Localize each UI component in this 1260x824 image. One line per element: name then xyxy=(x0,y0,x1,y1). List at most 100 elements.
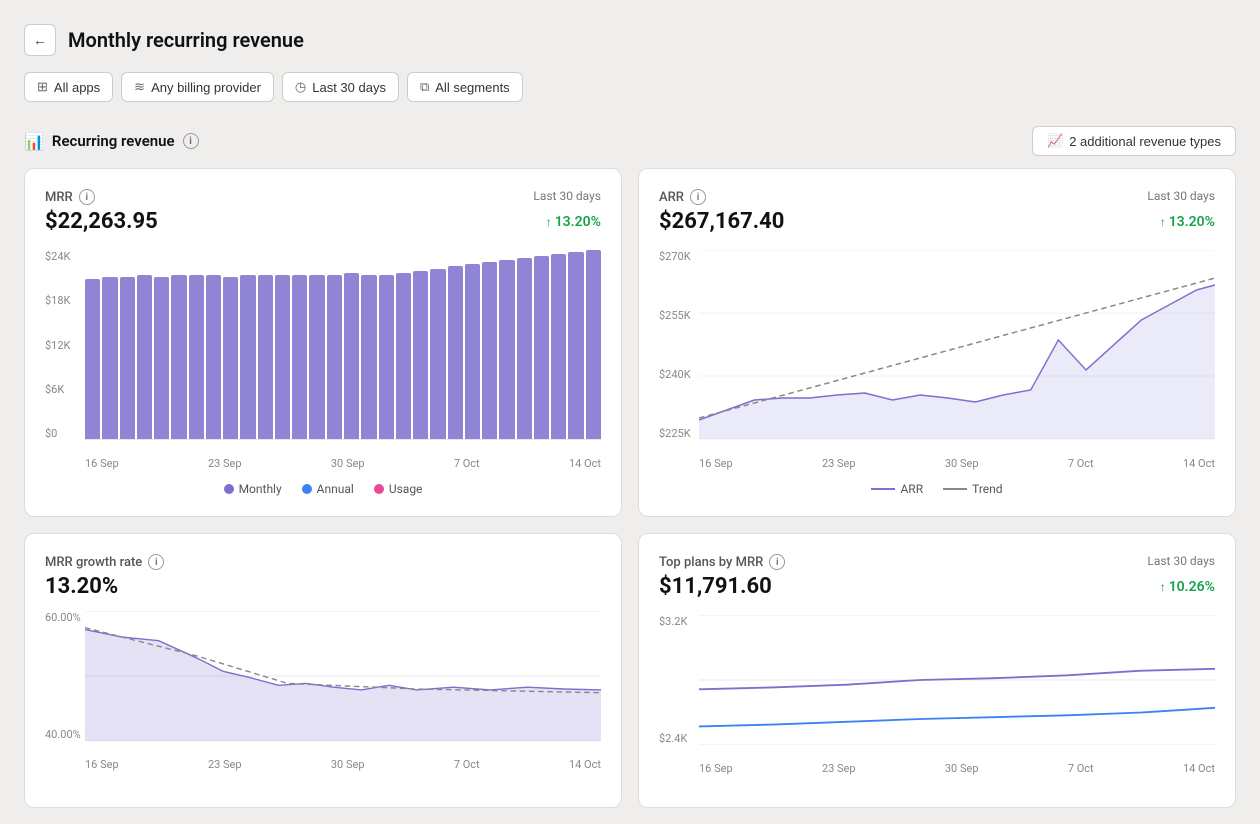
bar xyxy=(292,275,307,439)
bar xyxy=(223,277,238,439)
arr-x-axis: 16 Sep 23 Sep 30 Sep 7 Oct 14 Oct xyxy=(699,457,1215,470)
bar xyxy=(327,275,342,439)
trend-line-icon xyxy=(943,488,967,490)
bar xyxy=(534,256,549,439)
top-plans-card: Top plans by MRR i Last 30 days $11,791.… xyxy=(638,533,1236,808)
bar xyxy=(568,252,583,439)
growth-svg xyxy=(85,611,601,741)
top-cards-grid: MRR i Last 30 days $22,263.95 ↑ 13.20% $… xyxy=(0,168,1260,533)
bar xyxy=(517,258,532,439)
bar xyxy=(465,264,480,439)
bar xyxy=(309,275,324,439)
bar xyxy=(499,260,514,439)
section-header: 📊 Recurring revenue i 📈 2 additional rev… xyxy=(0,118,1260,168)
arr-value: $267,167.40 xyxy=(659,209,784,234)
up-arrow-icon: ↑ xyxy=(546,215,552,229)
additional-icon: 📈 xyxy=(1047,133,1063,149)
arr-info-icon[interactable]: i xyxy=(690,189,706,205)
arr-up-arrow-icon: ↑ xyxy=(1160,215,1166,229)
bar xyxy=(586,250,601,439)
arr-svg-container xyxy=(699,250,1215,440)
segments-icon: ⧉ xyxy=(420,79,429,95)
top-plans-up-arrow-icon: ↑ xyxy=(1160,580,1166,594)
top-plans-svg xyxy=(699,615,1215,745)
apps-icon: ⊞ xyxy=(37,79,48,95)
bar xyxy=(206,275,221,439)
bar xyxy=(482,262,497,439)
bar xyxy=(102,277,117,439)
mrr-info-icon[interactable]: i xyxy=(79,189,95,205)
bottom-cards-grid: MRR growth rate i 13.20% 60.00% 40.00% xyxy=(0,533,1260,824)
mrr-label: MRR i xyxy=(45,189,95,205)
bar xyxy=(413,271,428,439)
filter-apps[interactable]: ⊞ All apps xyxy=(24,72,113,102)
top-plans-change: ↑ 10.26% xyxy=(1160,579,1215,595)
period-icon: ◷ xyxy=(295,79,306,95)
growth-value: 13.20% xyxy=(45,574,601,599)
legend-arr: ARR xyxy=(871,482,923,496)
bar xyxy=(379,275,394,439)
bar xyxy=(430,269,445,440)
billing-icon: ≋ xyxy=(134,79,145,95)
back-button[interactable]: ← xyxy=(24,24,56,56)
arr-svg xyxy=(699,250,1215,440)
arr-line-icon xyxy=(871,488,895,490)
bar xyxy=(396,273,411,439)
growth-info-icon[interactable]: i xyxy=(148,554,164,570)
growth-card: MRR growth rate i 13.20% 60.00% 40.00% xyxy=(24,533,622,808)
top-plans-y-axis: $3.2K $2.4K xyxy=(659,615,695,745)
page-title: Monthly recurring revenue xyxy=(68,28,304,52)
arr-chart-area: $270K $255K $240K $225K xyxy=(659,250,1215,470)
mrr-value: $22,263.95 xyxy=(45,209,158,234)
section-info-icon[interactable]: i xyxy=(183,133,199,149)
top-plans-info-icon[interactable]: i xyxy=(769,554,785,570)
filter-period[interactable]: ◷ Last 30 days xyxy=(282,72,399,102)
bar xyxy=(137,275,152,439)
bar xyxy=(258,275,273,439)
top-plans-x-axis: 16 Sep 23 Sep 30 Sep 7 Oct 14 Oct xyxy=(699,762,1215,775)
mrr-y-axis: $24K $18K $12K $6K $0 xyxy=(45,250,81,440)
mrr-legend: Monthly Annual Usage xyxy=(45,482,601,496)
legend-monthly: Monthly xyxy=(224,482,282,496)
bar xyxy=(171,275,186,439)
top-plans-svg-container xyxy=(699,615,1215,745)
monthly-dot xyxy=(224,484,234,494)
growth-y-axis: 60.00% 40.00% xyxy=(45,611,81,741)
bar xyxy=(85,279,100,439)
filter-segments[interactable]: ⧉ All segments xyxy=(407,72,523,102)
bar xyxy=(120,277,135,439)
legend-usage: Usage xyxy=(374,482,423,496)
arr-legend: ARR Trend xyxy=(659,482,1215,496)
arr-card: ARR i Last 30 days $267,167.40 ↑ 13.20% … xyxy=(638,168,1236,517)
recurring-revenue-icon: 📊 xyxy=(24,132,44,151)
bar xyxy=(240,275,255,439)
growth-label: MRR growth rate i xyxy=(45,554,164,570)
header: ← Monthly recurring revenue xyxy=(0,0,1260,72)
filter-billing[interactable]: ≋ Any billing provider xyxy=(121,72,274,102)
bar xyxy=(551,254,566,439)
bar xyxy=(275,275,290,439)
section-title: 📊 Recurring revenue i xyxy=(24,132,199,151)
arr-label: ARR i xyxy=(659,189,706,205)
growth-chart-area: 60.00% 40.00% 16 Sep 2 xyxy=(45,611,601,771)
additional-revenue-types-button[interactable]: 📈 2 additional revenue types xyxy=(1032,126,1236,156)
bar xyxy=(448,266,463,439)
top-plans-label: Top plans by MRR i xyxy=(659,554,785,570)
legend-annual: Annual xyxy=(302,482,354,496)
bar xyxy=(361,275,376,439)
mrr-bars xyxy=(85,250,601,440)
bar xyxy=(189,275,204,439)
filters-bar: ⊞ All apps ≋ Any billing provider ◷ Last… xyxy=(0,72,1260,118)
growth-x-axis: 16 Sep 23 Sep 30 Sep 7 Oct 14 Oct xyxy=(85,758,601,771)
arr-y-axis: $270K $255K $240K $225K xyxy=(659,250,695,440)
annual-dot xyxy=(302,484,312,494)
top-plans-value: $11,791.60 xyxy=(659,574,772,599)
mrr-x-axis: 16 Sep 23 Sep 30 Sep 7 Oct 14 Oct xyxy=(85,457,601,470)
growth-svg-container xyxy=(85,611,601,741)
legend-trend: Trend xyxy=(943,482,1002,496)
bar xyxy=(154,277,169,439)
bar xyxy=(344,273,359,439)
mrr-card: MRR i Last 30 days $22,263.95 ↑ 13.20% $… xyxy=(24,168,622,517)
arr-change: ↑ 13.20% xyxy=(1160,214,1215,230)
top-plans-chart-area: $3.2K $2.4K 16 Sep 23 Sep 30 Sep 7 Oc xyxy=(659,615,1215,775)
